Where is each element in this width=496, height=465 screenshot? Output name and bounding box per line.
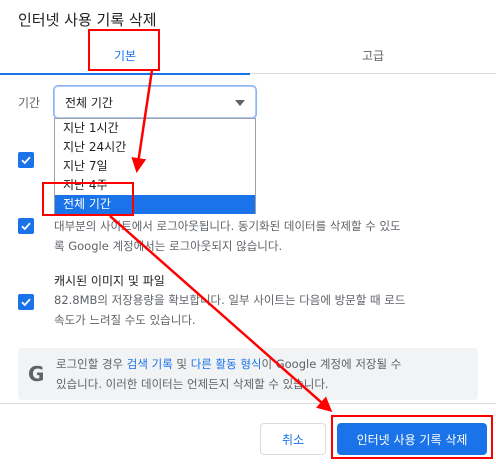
- browsing-history-checkbox[interactable]: [18, 152, 34, 168]
- info-text: 로그인할 경우 검색 기록 및 다른 활동 형식이 Google 계정에 저장될…: [56, 354, 472, 394]
- tab-bar: 기본 고급: [0, 36, 496, 75]
- info-prefix: 로그인할 경우: [56, 357, 127, 371]
- period-option-24-hours[interactable]: 지난 24시간: [55, 138, 255, 157]
- google-g-icon: G: [28, 362, 45, 386]
- dialog-footer: 취소 인터넷 사용 기록 삭제: [0, 403, 496, 465]
- period-option-all-time[interactable]: 전체 기간: [55, 195, 255, 214]
- info-line2: 있습니다. 이러한 데이터는 언제든지 삭제할 수 있습니다.: [56, 377, 329, 391]
- cache-description-line1: 82.8MB의 저장용량을 확보합니다. 일부 사이트는 다음에 방문할 때 로…: [54, 293, 406, 307]
- check-icon: [21, 298, 31, 307]
- other-activity-link[interactable]: 다른 활동 형식: [191, 357, 262, 371]
- cache-description-line2: 속도가 느려질 수도 있습니다.: [54, 313, 196, 327]
- google-account-info-box: G 로그인할 경우 검색 기록 및 다른 활동 형식이 Google 계정에 저…: [18, 348, 478, 400]
- cache-checkbox[interactable]: [18, 294, 34, 310]
- search-history-link[interactable]: 검색 기록: [127, 357, 173, 371]
- period-select-value: 전체 기간: [65, 95, 113, 110]
- info-suffix: 이 Google 계정에 저장될 수: [261, 357, 402, 371]
- period-option-4-weeks[interactable]: 지난 4주: [55, 176, 255, 195]
- cookies-description-line2: 록 Google 계정에서는 로그아웃되지 않습니다.: [54, 239, 283, 253]
- clear-browsing-data-button[interactable]: 인터넷 사용 기록 삭제: [337, 423, 487, 455]
- period-dropdown-list: 지난 1시간 지난 24시간 지난 7일 지난 4주 전체 기간: [54, 118, 256, 214]
- cookies-description-line1: 대부분의 사이트에서 로그아웃됩니다. 동기화된 데이터를 삭제할 수 있도: [54, 219, 401, 233]
- dialog-title: 인터넷 사용 기록 삭제: [18, 11, 157, 29]
- cookies-checkbox[interactable]: [18, 218, 34, 234]
- period-option-1-hour[interactable]: 지난 1시간: [55, 119, 255, 138]
- tab-advanced[interactable]: 고급: [250, 36, 496, 74]
- period-option-7-days[interactable]: 지난 7일: [55, 157, 255, 176]
- caret-down-icon: [235, 100, 245, 106]
- cache-title: 캐시된 이미지 및 파일: [54, 274, 165, 288]
- cancel-button[interactable]: 취소: [260, 423, 326, 455]
- period-select[interactable]: 전체 기간: [54, 86, 256, 118]
- tab-basic[interactable]: 기본: [0, 36, 250, 75]
- check-icon: [21, 156, 31, 165]
- check-icon: [21, 222, 31, 231]
- info-mid: 및: [172, 357, 191, 371]
- period-label: 기간: [18, 96, 41, 110]
